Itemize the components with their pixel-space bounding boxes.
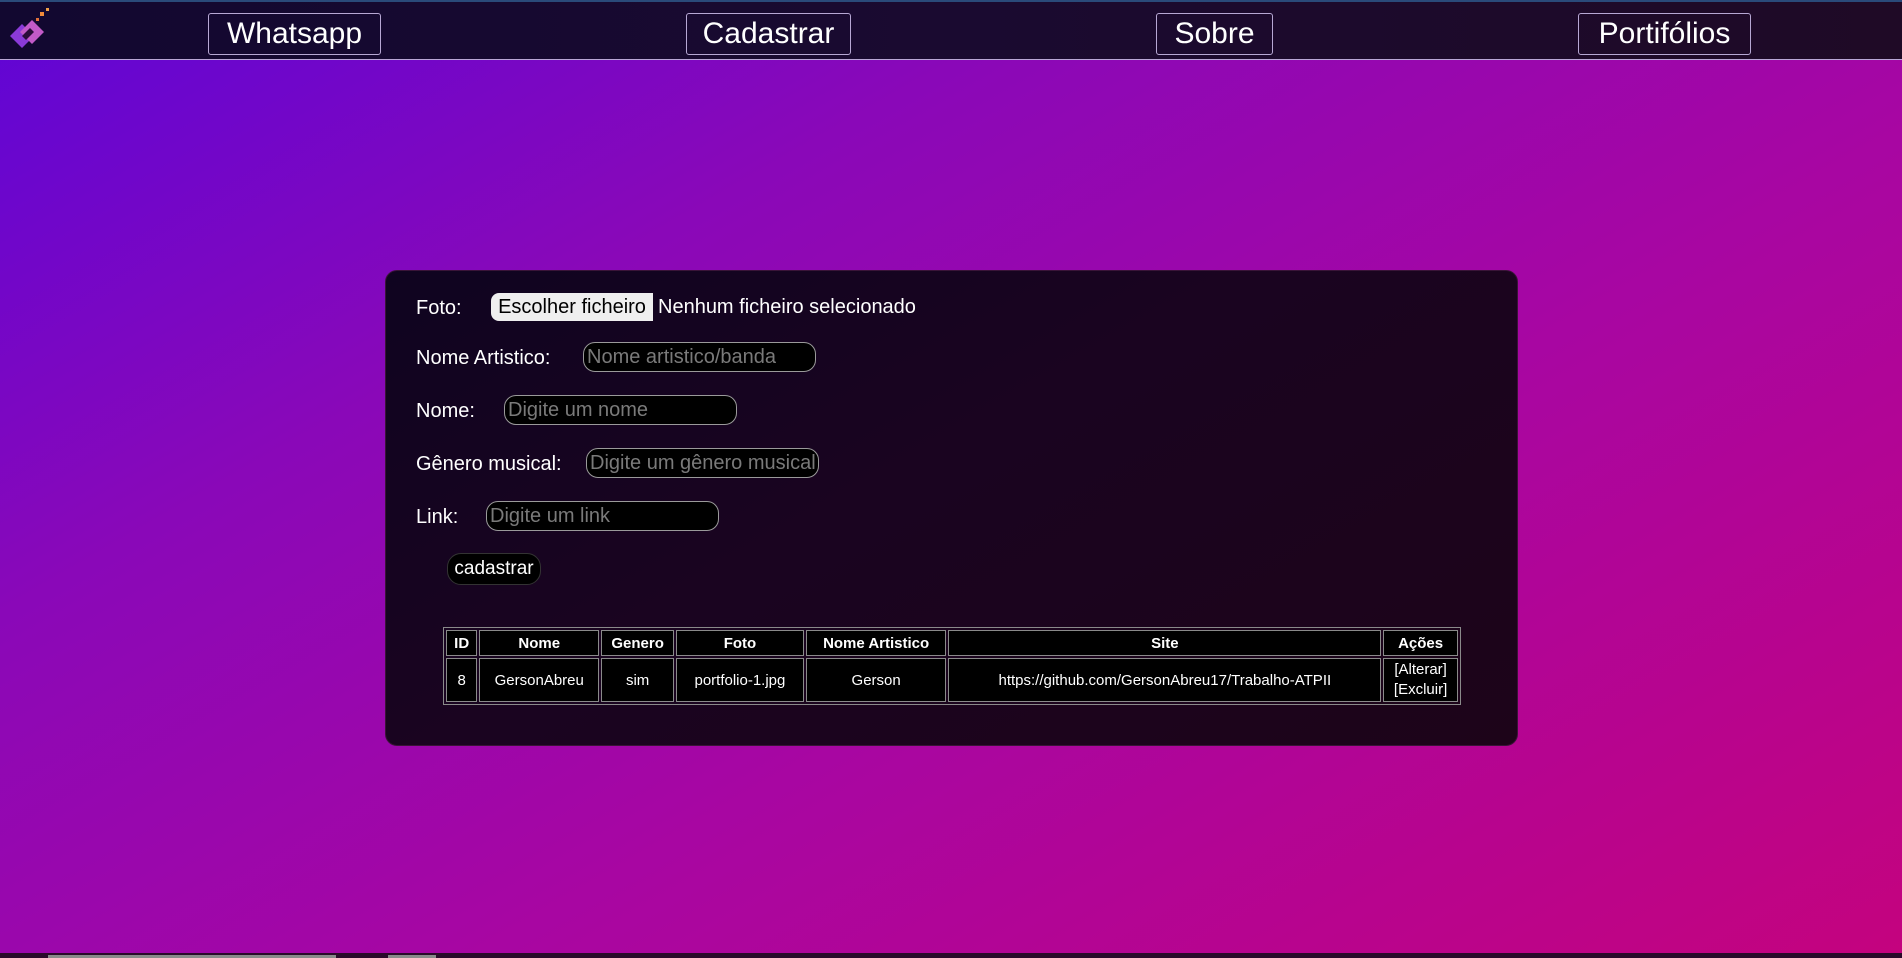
alterar-link[interactable]: [Alterar] (1388, 660, 1453, 680)
header-nome-artistico: Nome Artistico (805, 630, 947, 656)
register-card: Foto: Escolher ficheiro Nenhum ficheiro … (385, 270, 1518, 746)
cell-foto: portfolio-1.jpg (676, 658, 804, 702)
nav-whatsapp-button[interactable]: Whatsapp (208, 13, 381, 55)
cell-id: 8 (446, 658, 478, 702)
portfolio-table: ID Nome Genero Foto Nome Artistico Site … (443, 627, 1461, 705)
cell-genero: sim (601, 658, 675, 702)
cell-site: https://github.com/GersonAbreu17/Trabalh… (948, 658, 1382, 702)
cell-nome-artistico: Gerson (805, 658, 947, 702)
link-label: Link: (416, 506, 459, 528)
nav-sobre-button[interactable]: Sobre (1156, 13, 1273, 55)
nome-input[interactable] (504, 395, 737, 425)
link-input[interactable] (486, 501, 719, 531)
file-status-text: Nenhum ficheiro selecionado (658, 296, 916, 318)
choose-file-button[interactable]: Escolher ficheiro (491, 293, 653, 321)
cell-acoes: [Alterar] [Excluir] (1383, 658, 1458, 702)
header-nome: Nome (479, 630, 600, 656)
table-row: 8 GersonAbreu sim portfolio-1.jpg Gerson… (446, 658, 1458, 702)
excluir-link[interactable]: [Excluir] (1388, 680, 1453, 700)
header-id: ID (446, 630, 478, 656)
nav-cadastrar-button[interactable]: Cadastrar (686, 13, 851, 55)
top-nav-bar: Whatsapp Cadastrar Sobre Portifólios (0, 0, 1902, 60)
header-acoes: Ações (1383, 630, 1458, 656)
genero-input[interactable] (586, 448, 819, 478)
nome-artistico-label: Nome Artistico: (416, 347, 551, 369)
foto-label: Foto: (416, 297, 462, 319)
header-foto: Foto (676, 630, 804, 656)
logo-icon[interactable] (4, 6, 52, 54)
header-genero: Genero (601, 630, 675, 656)
cell-nome: GersonAbreu (479, 658, 600, 702)
nome-artistico-input[interactable] (583, 342, 816, 372)
nav-portfolios-button[interactable]: Portifólios (1578, 13, 1751, 55)
table-header-row: ID Nome Genero Foto Nome Artistico Site … (446, 630, 1458, 656)
nome-label: Nome: (416, 400, 475, 422)
header-site: Site (948, 630, 1382, 656)
cadastrar-submit-button[interactable]: cadastrar (447, 553, 541, 585)
genero-label: Gênero musical: (416, 453, 562, 475)
